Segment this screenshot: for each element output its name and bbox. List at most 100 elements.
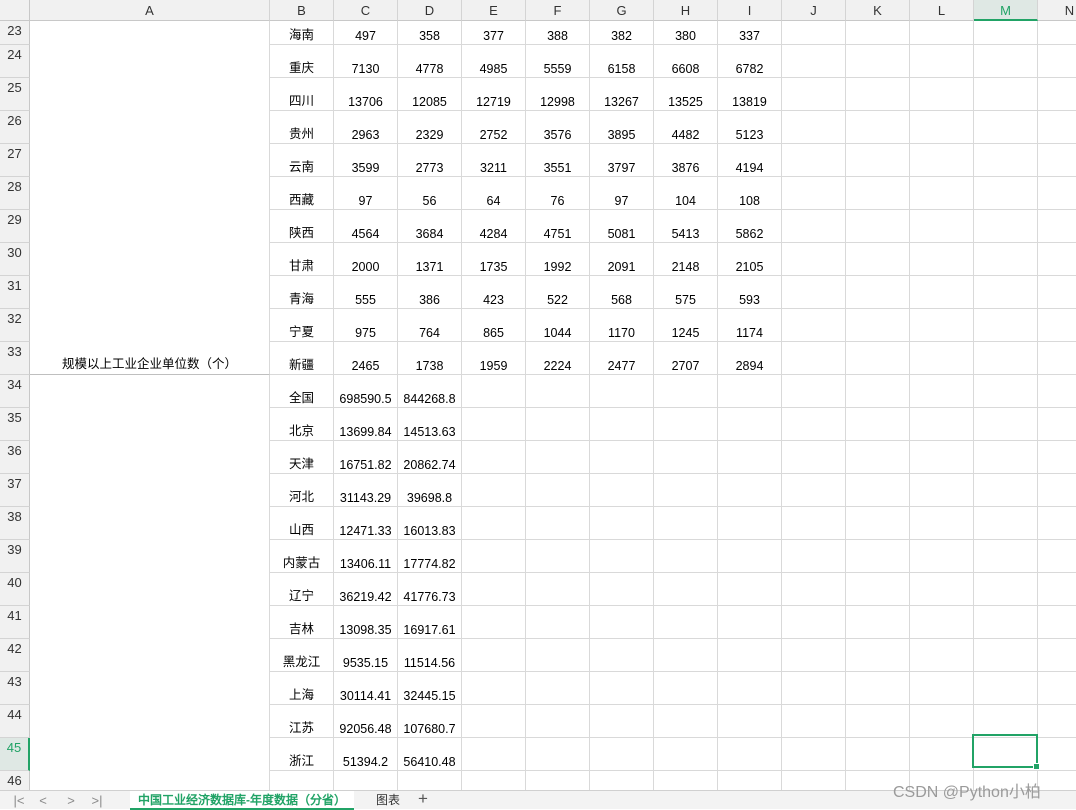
prev-sheet-button[interactable]: < bbox=[32, 792, 54, 809]
cell-m32[interactable] bbox=[974, 309, 1038, 342]
cell-l40[interactable] bbox=[910, 573, 974, 606]
row-header-44[interactable]: 44 bbox=[0, 705, 30, 738]
cell-g27[interactable]: 3797 bbox=[590, 144, 654, 177]
row-header-31[interactable]: 31 bbox=[0, 276, 30, 309]
cell-h30[interactable]: 2148 bbox=[654, 243, 718, 276]
cell-i36[interactable] bbox=[718, 441, 782, 474]
cell-d30[interactable]: 1371 bbox=[398, 243, 462, 276]
cell-h43[interactable] bbox=[654, 672, 718, 705]
cell-n28[interactable] bbox=[1038, 177, 1076, 210]
cell-l28[interactable] bbox=[910, 177, 974, 210]
cell-h23[interactable]: 380 bbox=[654, 21, 718, 45]
cell-f23[interactable]: 388 bbox=[526, 21, 590, 45]
cell-l45[interactable] bbox=[910, 738, 974, 771]
cell-e43[interactable] bbox=[462, 672, 526, 705]
cell-m26[interactable] bbox=[974, 111, 1038, 144]
cell-c25[interactable]: 13706 bbox=[334, 78, 398, 111]
column-header-g[interactable]: G bbox=[590, 0, 654, 21]
cell-h28[interactable]: 104 bbox=[654, 177, 718, 210]
cell-d23[interactable]: 358 bbox=[398, 21, 462, 45]
cell-h26[interactable]: 4482 bbox=[654, 111, 718, 144]
cell-i27[interactable]: 4194 bbox=[718, 144, 782, 177]
column-header-n[interactable]: N bbox=[1038, 0, 1076, 21]
column-header-d[interactable]: D bbox=[398, 0, 462, 21]
cell-i45[interactable] bbox=[718, 738, 782, 771]
cell-m31[interactable] bbox=[974, 276, 1038, 309]
cell-g24[interactable]: 6158 bbox=[590, 45, 654, 78]
cell-i35[interactable] bbox=[718, 408, 782, 441]
column-header-e[interactable]: E bbox=[462, 0, 526, 21]
cell-l33[interactable] bbox=[910, 342, 974, 375]
cell-e34[interactable] bbox=[462, 375, 526, 408]
cell-g29[interactable]: 5081 bbox=[590, 210, 654, 243]
cell-f25[interactable]: 12998 bbox=[526, 78, 590, 111]
cell-c29[interactable]: 4564 bbox=[334, 210, 398, 243]
cell-j27[interactable] bbox=[782, 144, 846, 177]
cell-d36[interactable]: 20862.74 bbox=[398, 441, 462, 474]
cell-c45[interactable]: 51394.2 bbox=[334, 738, 398, 771]
cell-k32[interactable] bbox=[846, 309, 910, 342]
row-header-28[interactable]: 28 bbox=[0, 177, 30, 210]
cell-d46[interactable] bbox=[398, 771, 462, 790]
merged-cell-a34-a46[interactable] bbox=[30, 375, 270, 790]
cell-g38[interactable] bbox=[590, 507, 654, 540]
cell-j44[interactable] bbox=[782, 705, 846, 738]
sheet-tab-active[interactable]: 中国工业经济数据库-年度数据（分省） bbox=[130, 791, 354, 810]
cell-c43[interactable]: 30114.41 bbox=[334, 672, 398, 705]
cell-g25[interactable]: 13267 bbox=[590, 78, 654, 111]
cell-j33[interactable] bbox=[782, 342, 846, 375]
cell-j41[interactable] bbox=[782, 606, 846, 639]
cell-e30[interactable]: 1735 bbox=[462, 243, 526, 276]
cell-n44[interactable] bbox=[1038, 705, 1076, 738]
cell-b46[interactable] bbox=[270, 771, 334, 790]
row-header-30[interactable]: 30 bbox=[0, 243, 30, 276]
cell-l38[interactable] bbox=[910, 507, 974, 540]
cell-j29[interactable] bbox=[782, 210, 846, 243]
cell-k38[interactable] bbox=[846, 507, 910, 540]
row-header-37[interactable]: 37 bbox=[0, 474, 30, 507]
column-header-b[interactable]: B bbox=[270, 0, 334, 21]
cell-e28[interactable]: 64 bbox=[462, 177, 526, 210]
cell-n31[interactable] bbox=[1038, 276, 1076, 309]
cell-d24[interactable]: 4778 bbox=[398, 45, 462, 78]
cell-g46[interactable] bbox=[590, 771, 654, 790]
cell-l42[interactable] bbox=[910, 639, 974, 672]
cell-b32[interactable]: 宁夏 bbox=[270, 309, 334, 342]
cell-f41[interactable] bbox=[526, 606, 590, 639]
active-cell-selection[interactable] bbox=[972, 734, 1040, 770]
row-header-26[interactable]: 26 bbox=[0, 111, 30, 144]
cell-k25[interactable] bbox=[846, 78, 910, 111]
cell-c35[interactable]: 13699.84 bbox=[334, 408, 398, 441]
cell-h45[interactable] bbox=[654, 738, 718, 771]
cell-d33[interactable]: 1738 bbox=[398, 342, 462, 375]
cell-f36[interactable] bbox=[526, 441, 590, 474]
cell-d44[interactable]: 107680.7 bbox=[398, 705, 462, 738]
cell-d28[interactable]: 56 bbox=[398, 177, 462, 210]
cell-e42[interactable] bbox=[462, 639, 526, 672]
cell-l24[interactable] bbox=[910, 45, 974, 78]
row-header-25[interactable]: 25 bbox=[0, 78, 30, 111]
cell-n45[interactable] bbox=[1038, 738, 1076, 771]
cell-k44[interactable] bbox=[846, 705, 910, 738]
row-header-23[interactable]: 23 bbox=[0, 21, 30, 45]
cell-j34[interactable] bbox=[782, 375, 846, 408]
merged-cell-a23-a33[interactable]: 规模以上工业企业单位数（个） bbox=[30, 21, 270, 375]
cell-e44[interactable] bbox=[462, 705, 526, 738]
cell-c38[interactable]: 12471.33 bbox=[334, 507, 398, 540]
cell-h33[interactable]: 2707 bbox=[654, 342, 718, 375]
cell-c31[interactable]: 555 bbox=[334, 276, 398, 309]
cell-l36[interactable] bbox=[910, 441, 974, 474]
cell-c33[interactable]: 2465 bbox=[334, 342, 398, 375]
first-sheet-button[interactable]: |< bbox=[8, 792, 30, 809]
row-header-24[interactable]: 24 bbox=[0, 45, 30, 78]
cell-m27[interactable] bbox=[974, 144, 1038, 177]
cell-e39[interactable] bbox=[462, 540, 526, 573]
cell-g26[interactable]: 3895 bbox=[590, 111, 654, 144]
cell-i24[interactable]: 6782 bbox=[718, 45, 782, 78]
cell-f45[interactable] bbox=[526, 738, 590, 771]
cell-c24[interactable]: 7130 bbox=[334, 45, 398, 78]
cell-g34[interactable] bbox=[590, 375, 654, 408]
cell-f31[interactable]: 522 bbox=[526, 276, 590, 309]
cell-d45[interactable]: 56410.48 bbox=[398, 738, 462, 771]
cell-d42[interactable]: 11514.56 bbox=[398, 639, 462, 672]
